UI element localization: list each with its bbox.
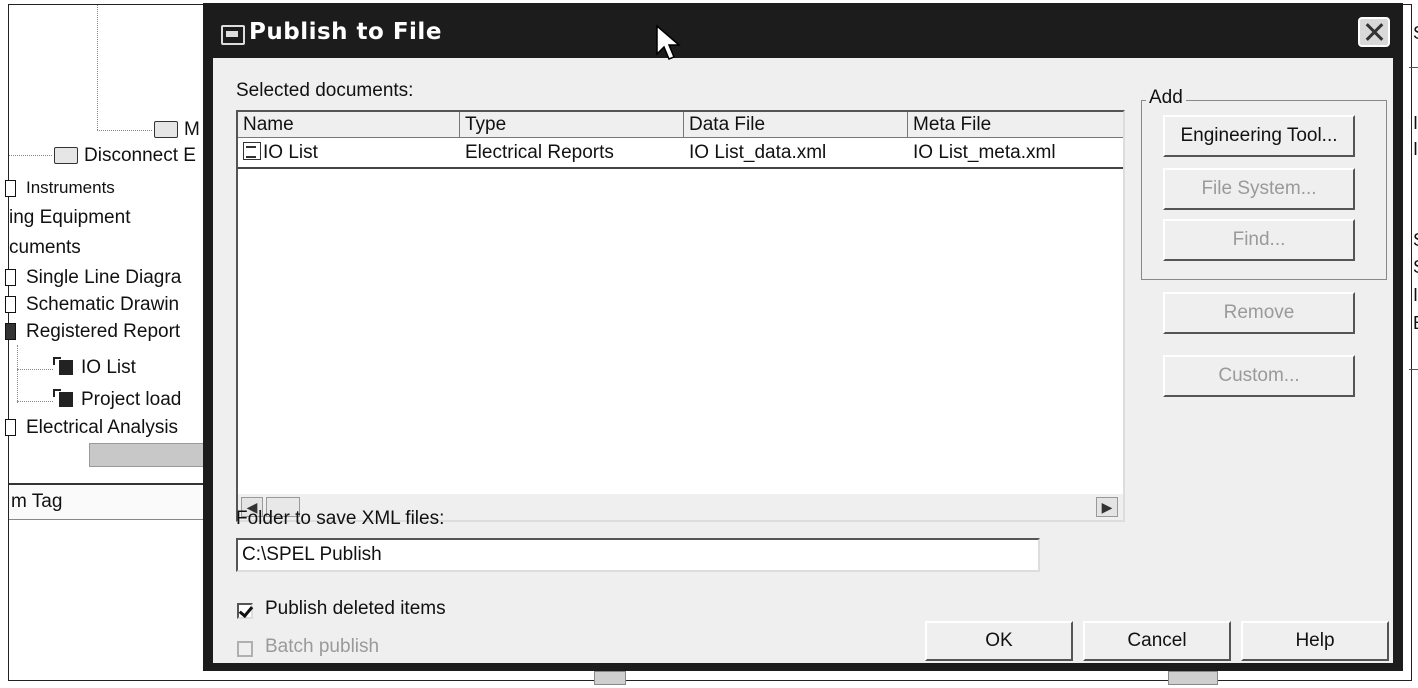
cell-type: Electrical Reports bbox=[465, 142, 614, 163]
tree-scrollbar-thumb[interactable] bbox=[89, 443, 216, 467]
batch-publish-checkbox[interactable] bbox=[237, 641, 253, 657]
remove-button[interactable]: Remove bbox=[1163, 292, 1355, 334]
tree-item-instruments[interactable]: Instruments bbox=[5, 175, 115, 201]
grid-column-header[interactable]: m Tag bbox=[9, 485, 219, 520]
selected-documents-text: Selected documents: bbox=[236, 80, 414, 101]
tree-item-folder[interactable]: M bbox=[154, 117, 200, 143]
folder-icon bbox=[5, 269, 16, 287]
ok-button[interactable]: OK bbox=[925, 621, 1073, 661]
folder-icon bbox=[54, 147, 78, 165]
tree-item-equipment[interactable]: ing Equipment bbox=[9, 205, 130, 231]
tree-connector bbox=[97, 5, 98, 130]
help-button[interactable]: Help bbox=[1241, 621, 1389, 661]
tree-item-io-list[interactable]: IO List bbox=[53, 355, 136, 381]
folder-icon bbox=[5, 180, 16, 198]
tree-connector bbox=[17, 401, 53, 402]
tree-connector bbox=[97, 130, 152, 131]
grid-cell: II bbox=[1413, 139, 1418, 159]
column-header-data-file[interactable]: Data File bbox=[684, 112, 908, 138]
window-icon bbox=[221, 25, 245, 45]
folder-input[interactable] bbox=[236, 538, 1040, 572]
project-tree-pane: M Disconnect E Instruments ing Equipment… bbox=[5, 5, 219, 480]
report-icon bbox=[53, 389, 73, 408]
tree-connector bbox=[17, 345, 18, 403]
tree-connector bbox=[17, 369, 53, 370]
grid-cell: S bbox=[1413, 230, 1418, 251]
tree-item-electrical-analysis[interactable]: Electrical Analysis bbox=[5, 415, 178, 441]
grid-cell: E bbox=[1413, 313, 1418, 334]
tree-item-disconnect[interactable]: Disconnect E bbox=[54, 143, 196, 169]
grid-line bbox=[1409, 369, 1418, 370]
folder-icon bbox=[5, 296, 16, 314]
dialog-body: Selected documents: Name Type Data File … bbox=[213, 58, 1393, 663]
right-grid-pane: S II II S S II E bbox=[1409, 5, 1418, 688]
report-icon bbox=[243, 142, 261, 160]
cancel-button[interactable]: Cancel bbox=[1083, 621, 1231, 661]
column-header-meta-file[interactable]: Meta File bbox=[908, 112, 1123, 138]
folder-open-icon bbox=[5, 323, 16, 341]
column-header-name[interactable]: Name bbox=[238, 112, 460, 138]
mouse-pointer-icon bbox=[656, 24, 681, 60]
tree-item-registered-reports[interactable]: Registered Report bbox=[5, 319, 180, 345]
scroll-right-icon[interactable]: ▶ bbox=[1096, 497, 1118, 517]
close-button[interactable] bbox=[1358, 17, 1390, 47]
selected-documents-list[interactable]: Name Type Data File Meta File IO List El… bbox=[236, 110, 1125, 522]
grid-cell: S bbox=[1413, 257, 1418, 278]
dialog-title: Publish to File bbox=[249, 19, 442, 45]
cell-meta-file: IO List_meta.xml bbox=[913, 142, 1056, 163]
cell-data-file: IO List_data.xml bbox=[689, 142, 827, 163]
row-divider bbox=[238, 167, 1123, 169]
grid-cell: II bbox=[1413, 113, 1418, 133]
tree-item-project-load[interactable]: Project load bbox=[53, 387, 181, 413]
cell-name: IO List bbox=[238, 140, 460, 166]
column-header-type[interactable]: Type bbox=[460, 112, 684, 138]
engineering-tool-button[interactable]: Engineering Tool... bbox=[1163, 115, 1355, 157]
selected-documents-label: Selected documents: bbox=[236, 80, 413, 102]
add-group-label: Add bbox=[1146, 87, 1186, 109]
batch-publish-label[interactable]: Batch publish bbox=[265, 636, 379, 658]
folder-label: Folder to save XML files: bbox=[236, 508, 445, 529]
folder-icon bbox=[154, 121, 178, 139]
report-icon bbox=[53, 357, 73, 376]
grid-line bbox=[1409, 67, 1418, 68]
tree-item-documents[interactable]: cuments bbox=[9, 235, 81, 261]
publish-to-file-dialog: Publish to File Selected documents: Name… bbox=[203, 3, 1403, 671]
folder-icon bbox=[5, 419, 16, 437]
publish-deleted-checkbox[interactable] bbox=[237, 603, 253, 619]
tree-connector bbox=[9, 155, 52, 156]
publish-deleted-label[interactable]: Publish deleted items bbox=[265, 598, 446, 620]
grid-cell: II bbox=[1413, 285, 1418, 305]
grid-cell: S bbox=[1413, 23, 1418, 44]
file-system-button[interactable]: File System... bbox=[1163, 168, 1355, 210]
custom-button[interactable]: Custom... bbox=[1163, 355, 1355, 397]
tree-item-single-line[interactable]: Single Line Diagra bbox=[5, 265, 181, 291]
tree-item-schematic[interactable]: Schematic Drawin bbox=[5, 292, 179, 318]
find-button[interactable]: Find... bbox=[1163, 219, 1355, 261]
